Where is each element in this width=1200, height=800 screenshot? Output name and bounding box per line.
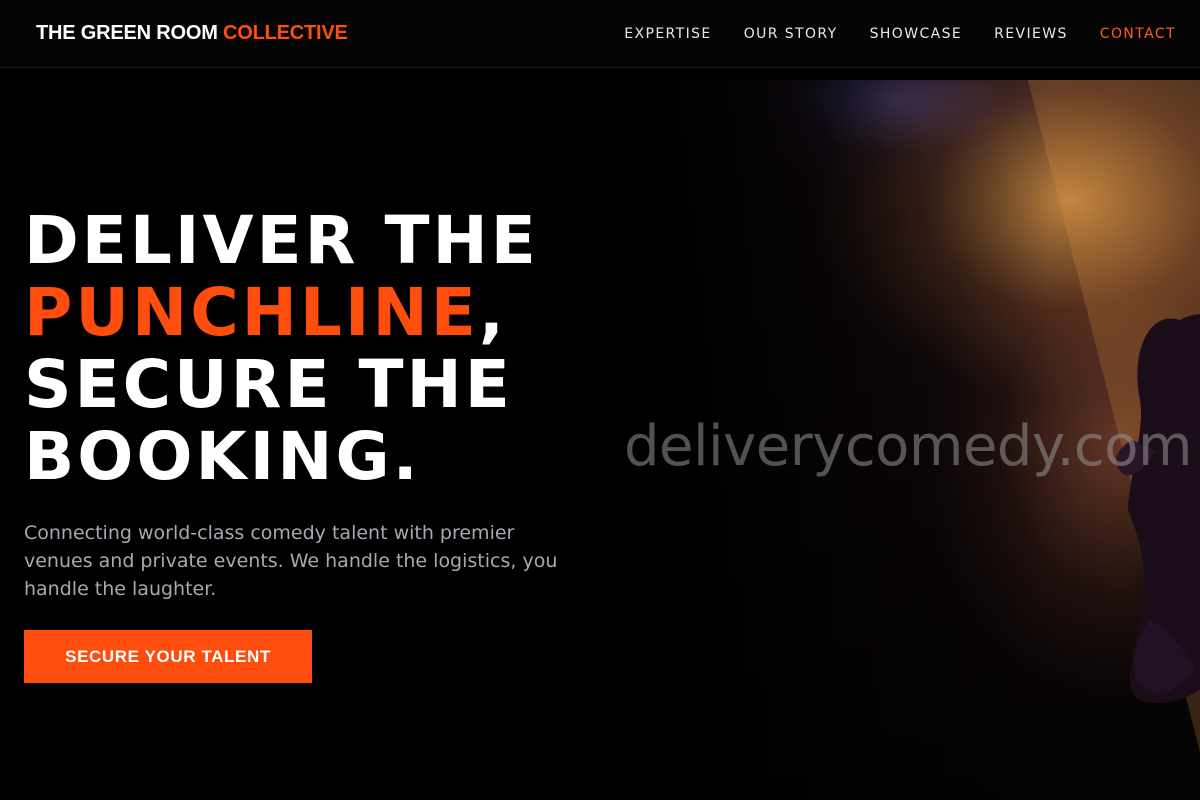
hero-subcopy: Connecting world-class comedy talent wit… [24,522,558,600]
nav-link-showcase[interactable]: SHOWCASE [870,26,963,42]
secure-talent-button[interactable]: SECURE YOUR TALENT [24,630,312,683]
hero-headline: DELIVER THE PUNCHLINE, SECURE THE BOOKIN… [24,205,604,493]
site-logo[interactable]: THE GREEN ROOM COLLECTIVE [36,22,348,45]
headline-line-4: BOOKING. [24,418,421,495]
headline-line-1: DELIVER THE [24,202,539,279]
headline-comma: , [478,274,507,351]
watermark-text: deliverycomedy.com [624,414,1193,479]
logo-main-text: THE GREEN ROOM [36,22,218,44]
nav-link-contact[interactable]: CONTACT [1100,26,1176,42]
nav-link-our-story[interactable]: OUR STORY [744,26,838,42]
landing-page: THE GREEN ROOM COLLECTIVE EXPERTISE OUR … [0,0,1200,800]
nav-link-expertise[interactable]: EXPERTISE [624,26,711,42]
main-nav: EXPERTISE OUR STORY SHOWCASE REVIEWS CON… [592,26,1176,42]
headline-highlight: PUNCHLINE [24,274,479,351]
nav-link-reviews[interactable]: REVIEWS [994,26,1068,42]
site-header: THE GREEN ROOM COLLECTIVE EXPERTISE OUR … [0,0,1200,68]
headline-line-3: SECURE THE [24,346,513,423]
hero-content: DELIVER THE PUNCHLINE, SECURE THE BOOKIN… [24,205,604,683]
logo-accent-text: COLLECTIVE [223,22,348,44]
